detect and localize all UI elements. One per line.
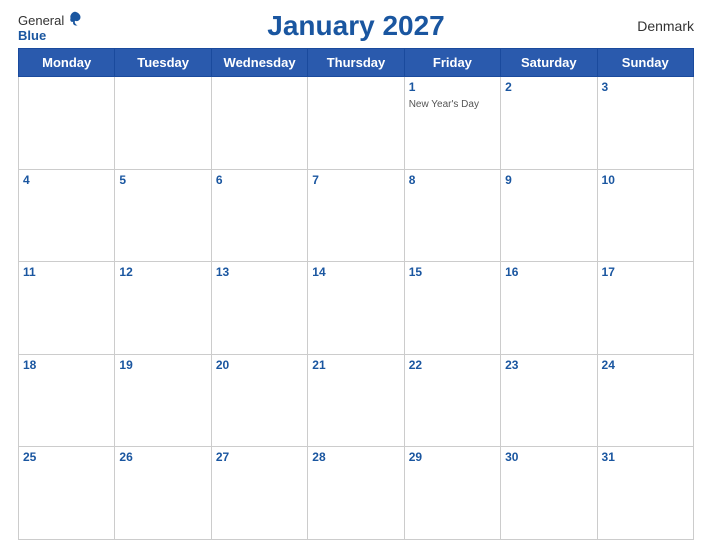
calendar-cell: 21 — [308, 354, 404, 447]
day-number: 9 — [505, 173, 592, 187]
day-number: 30 — [505, 450, 592, 464]
calendar-table: MondayTuesdayWednesdayThursdayFridaySatu… — [18, 48, 694, 540]
calendar-cell: 29 — [404, 447, 500, 540]
weekday-header-monday: Monday — [19, 49, 115, 77]
calendar-row-5: 25 26 27 28 29 30 31 — [19, 447, 694, 540]
day-number: 14 — [312, 265, 399, 279]
calendar-cell: 18 — [19, 354, 115, 447]
day-number: 23 — [505, 358, 592, 372]
calendar-cell: 17 — [597, 262, 693, 355]
calendar-cell: 12 — [115, 262, 211, 355]
calendar-cell: 26 — [115, 447, 211, 540]
calendar-cell: 3 — [597, 77, 693, 170]
calendar-row-4: 18 19 20 21 22 23 24 — [19, 354, 694, 447]
weekday-header-sunday: Sunday — [597, 49, 693, 77]
calendar-cell: 24 — [597, 354, 693, 447]
calendar-cell: 19 — [115, 354, 211, 447]
calendar-cell — [308, 77, 404, 170]
calendar-cell: 23 — [501, 354, 597, 447]
calendar-row-3: 11 12 13 14 15 16 17 — [19, 262, 694, 355]
country-label: Denmark — [637, 18, 694, 34]
logo: General Blue — [18, 10, 84, 43]
day-number: 31 — [602, 450, 689, 464]
calendar-cell: 8 — [404, 169, 500, 262]
weekday-header-thursday: Thursday — [308, 49, 404, 77]
calendar-cell: 16 — [501, 262, 597, 355]
calendar-cell — [115, 77, 211, 170]
page-header: General Blue January 2027 Denmark — [18, 10, 694, 42]
calendar-row-1: 1 New Year's Day 23 — [19, 77, 694, 170]
weekday-header-row: MondayTuesdayWednesdayThursdayFridaySatu… — [19, 49, 694, 77]
day-number: 13 — [216, 265, 303, 279]
calendar-cell: 20 — [211, 354, 307, 447]
day-number: 3 — [602, 80, 689, 94]
day-number: 20 — [216, 358, 303, 372]
day-number: 1 — [409, 80, 496, 94]
calendar-cell: 27 — [211, 447, 307, 540]
day-number: 29 — [409, 450, 496, 464]
day-number: 21 — [312, 358, 399, 372]
day-event: New Year's Day — [409, 99, 479, 110]
day-number: 10 — [602, 173, 689, 187]
day-number: 15 — [409, 265, 496, 279]
day-number: 18 — [23, 358, 110, 372]
day-number: 7 — [312, 173, 399, 187]
calendar-cell: 2 — [501, 77, 597, 170]
calendar-cell: 22 — [404, 354, 500, 447]
weekday-header-wednesday: Wednesday — [211, 49, 307, 77]
day-number: 27 — [216, 450, 303, 464]
day-number: 17 — [602, 265, 689, 279]
calendar-cell: 5 — [115, 169, 211, 262]
calendar-cell: 28 — [308, 447, 404, 540]
day-number: 24 — [602, 358, 689, 372]
calendar-cell: 1 New Year's Day — [404, 77, 500, 170]
day-number: 11 — [23, 265, 110, 279]
day-number: 25 — [23, 450, 110, 464]
calendar-cell: 4 — [19, 169, 115, 262]
day-number: 26 — [119, 450, 206, 464]
day-number: 2 — [505, 80, 592, 94]
day-number: 19 — [119, 358, 206, 372]
calendar-cell — [19, 77, 115, 170]
logo-bird-icon — [66, 10, 84, 28]
day-number: 8 — [409, 173, 496, 187]
calendar-cell — [211, 77, 307, 170]
calendar-cell: 11 — [19, 262, 115, 355]
calendar-cell: 10 — [597, 169, 693, 262]
day-number: 16 — [505, 265, 592, 279]
calendar-cell: 15 — [404, 262, 500, 355]
calendar-cell: 13 — [211, 262, 307, 355]
calendar-cell: 9 — [501, 169, 597, 262]
calendar-cell: 25 — [19, 447, 115, 540]
weekday-header-friday: Friday — [404, 49, 500, 77]
calendar-cell: 31 — [597, 447, 693, 540]
calendar-cell: 6 — [211, 169, 307, 262]
day-number: 12 — [119, 265, 206, 279]
logo-general-text: General — [18, 13, 64, 28]
weekday-header-saturday: Saturday — [501, 49, 597, 77]
calendar-title: January 2027 — [267, 10, 444, 42]
day-number: 6 — [216, 173, 303, 187]
weekday-header-tuesday: Tuesday — [115, 49, 211, 77]
calendar-row-2: 456789 10 — [19, 169, 694, 262]
calendar-cell: 30 — [501, 447, 597, 540]
logo-blue-text: Blue — [18, 28, 46, 43]
day-number: 5 — [119, 173, 206, 187]
day-number: 4 — [23, 173, 110, 187]
calendar-cell: 7 — [308, 169, 404, 262]
day-number: 28 — [312, 450, 399, 464]
day-number: 22 — [409, 358, 496, 372]
calendar-cell: 14 — [308, 262, 404, 355]
